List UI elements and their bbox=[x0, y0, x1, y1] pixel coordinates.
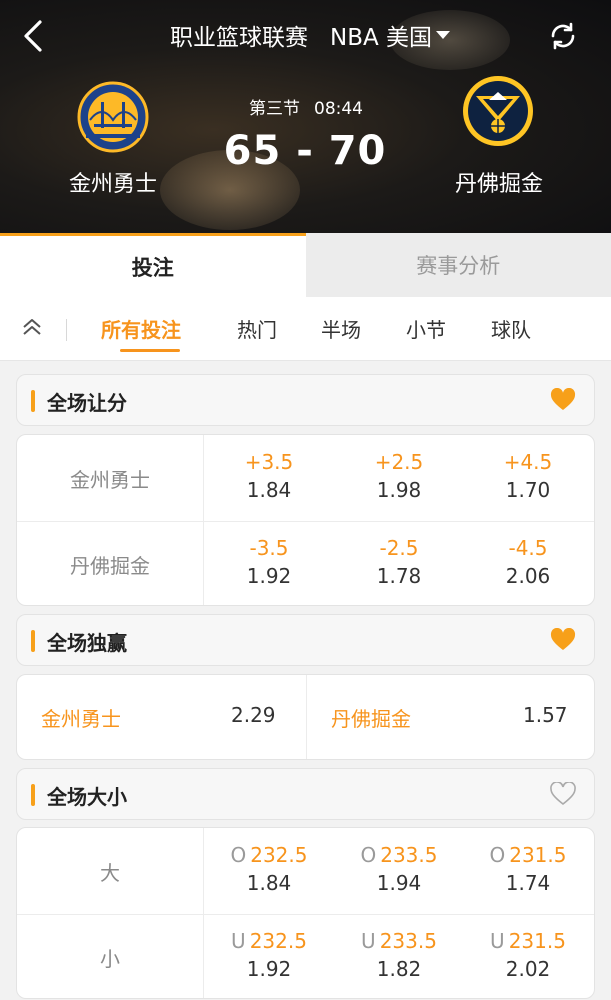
under-prefix: U bbox=[231, 929, 246, 953]
odds-value: 1.94 bbox=[376, 871, 422, 895]
section-marker bbox=[31, 390, 35, 412]
odds-button[interactable]: +4.5 1.70 bbox=[463, 448, 593, 504]
odds-button[interactable]: O 233.5 1.94 bbox=[334, 841, 464, 897]
odds-button[interactable]: U 231.5 2.02 bbox=[463, 927, 593, 983]
tab-quarter[interactable]: 小节 bbox=[406, 314, 446, 343]
team-label: 丹佛掘金 bbox=[70, 554, 150, 578]
table-row: 丹佛掘金 -3.5 1.92 -2.5 1.78 -4.5 2.06 bbox=[17, 522, 594, 605]
odds-value: 2.06 bbox=[505, 564, 551, 588]
odds-button[interactable]: O 231.5 1.74 bbox=[463, 841, 593, 897]
odds-button[interactable]: -4.5 2.06 bbox=[463, 534, 593, 590]
total-line: 232.5 bbox=[249, 929, 307, 953]
odds-button[interactable]: +3.5 1.84 bbox=[204, 448, 334, 504]
scoreboard: 65 - 70 bbox=[223, 128, 387, 174]
moneyline-card: 金州勇士 2.29 丹佛掘金 1.57 bbox=[16, 674, 595, 760]
odds-value: 1.84 bbox=[246, 871, 292, 895]
table-row: 金州勇士 +3.5 1.84 +2.5 1.98 +4.5 1.70 bbox=[17, 435, 594, 521]
region-title: NBA 美国 bbox=[329, 25, 433, 51]
away-team-name: 丹佛掘金 bbox=[454, 172, 543, 197]
refresh-icon[interactable] bbox=[547, 20, 579, 52]
odds-value: 1.84 bbox=[246, 478, 292, 502]
handicap-line: +4.5 bbox=[503, 450, 553, 474]
league-title: 职业篮球联赛 bbox=[169, 25, 308, 51]
over-prefix: O bbox=[230, 843, 247, 867]
divider bbox=[66, 319, 67, 341]
main-tabs: 投注 赛事分析 bbox=[0, 233, 611, 297]
handicap-line: +3.5 bbox=[244, 450, 294, 474]
over-prefix: O bbox=[360, 843, 377, 867]
odds-button[interactable]: U 232.5 1.92 bbox=[204, 927, 334, 983]
section-handicap-header[interactable]: 全场让分 bbox=[16, 374, 595, 426]
tab-bet[interactable]: 投注 bbox=[0, 233, 306, 297]
odds-value: 1.98 bbox=[376, 478, 422, 502]
team-label: 丹佛掘金 bbox=[331, 707, 411, 731]
over-prefix: O bbox=[489, 843, 506, 867]
team-label: 金州勇士 bbox=[70, 468, 150, 492]
odds-button[interactable]: -3.5 1.92 bbox=[204, 534, 334, 590]
total-line: 233.5 bbox=[380, 843, 438, 867]
section-marker bbox=[31, 784, 35, 806]
section-marker bbox=[31, 630, 35, 652]
warriors-logo-icon bbox=[76, 80, 150, 154]
back-arrow-icon[interactable] bbox=[18, 18, 52, 54]
odds-button[interactable]: 丹佛掘金 1.57 bbox=[307, 675, 594, 759]
handicap-line: -4.5 bbox=[508, 536, 548, 560]
handicap-line: +2.5 bbox=[374, 450, 424, 474]
tab-popular[interactable]: 热门 bbox=[237, 314, 277, 343]
handicap-card: 金州勇士 +3.5 1.84 +2.5 1.98 +4.5 1.70 丹佛掘金 … bbox=[16, 434, 595, 606]
total-line: 231.5 bbox=[508, 929, 566, 953]
section-title: 全场让分 bbox=[47, 391, 127, 415]
under-prefix: U bbox=[361, 929, 376, 953]
odds-button[interactable]: U 233.5 1.82 bbox=[334, 927, 464, 983]
heart-icon[interactable] bbox=[550, 627, 576, 652]
nuggets-logo-icon bbox=[461, 74, 535, 148]
odds-value: 1.82 bbox=[376, 957, 422, 981]
section-moneyline-header[interactable]: 全场独赢 bbox=[16, 614, 595, 666]
odds-button[interactable]: O 232.5 1.84 bbox=[204, 841, 334, 897]
double-chevron-up-icon[interactable] bbox=[20, 315, 44, 339]
game-clock: 08:44 bbox=[314, 99, 363, 119]
home-team-name: 金州勇士 bbox=[68, 172, 157, 197]
odds-value: 1.92 bbox=[246, 957, 292, 981]
period-label: 第三节 bbox=[249, 99, 300, 119]
tab-analysis[interactable]: 赛事分析 bbox=[305, 233, 611, 297]
match-header: 职业篮球联赛 NBA 美国 金州勇士 第三节 08:44 65 - 70 丹佛掘… bbox=[0, 0, 611, 236]
section-title: 全场大小 bbox=[47, 785, 127, 809]
section-totals-header[interactable]: 全场大小 bbox=[16, 768, 595, 820]
odds-value: 1.92 bbox=[246, 564, 292, 588]
odds-value: 2.29 bbox=[231, 703, 276, 727]
market-filter-tabs: 所有投注 热门 半场 小节 球队 bbox=[0, 297, 611, 361]
handicap-line: -3.5 bbox=[249, 536, 289, 560]
match-betting-page: 职业篮球联赛 NBA 美国 金州勇士 第三节 08:44 65 - 70 丹佛掘… bbox=[0, 0, 611, 1000]
odds-value: 1.70 bbox=[505, 478, 551, 502]
heart-outline-icon[interactable] bbox=[550, 781, 576, 806]
odds-value: 1.78 bbox=[376, 564, 422, 588]
tab-half[interactable]: 半场 bbox=[321, 314, 361, 343]
total-line: 232.5 bbox=[250, 843, 308, 867]
table-row: 小 U 232.5 1.92 U 233.5 1.82 U 231.5 2.02 bbox=[17, 915, 594, 998]
odds-value: 1.74 bbox=[505, 871, 551, 895]
odds-value: 2.02 bbox=[505, 957, 551, 981]
table-row: 大 O 232.5 1.84 O 233.5 1.94 O 231.5 1.74 bbox=[17, 828, 594, 914]
handicap-line: -2.5 bbox=[379, 536, 419, 560]
tab-all-bets[interactable]: 所有投注 bbox=[101, 314, 181, 343]
active-tab-indicator bbox=[120, 349, 180, 352]
odds-button[interactable]: +2.5 1.98 bbox=[334, 448, 464, 504]
under-label: 小 bbox=[100, 947, 120, 971]
odds-button[interactable]: -2.5 1.78 bbox=[334, 534, 464, 590]
odds-button[interactable]: 金州勇士 2.29 bbox=[17, 675, 306, 759]
league-selector[interactable]: 职业篮球联赛 NBA 美国 bbox=[150, 18, 470, 52]
caret-down-icon bbox=[436, 31, 451, 39]
team-label: 金州勇士 bbox=[41, 707, 121, 731]
section-title: 全场独赢 bbox=[47, 631, 127, 655]
heart-icon[interactable] bbox=[550, 387, 576, 412]
over-label: 大 bbox=[100, 861, 120, 885]
game-period: 第三节 08:44 bbox=[236, 94, 376, 119]
total-line: 231.5 bbox=[509, 843, 567, 867]
tab-team[interactable]: 球队 bbox=[491, 314, 531, 343]
total-line: 233.5 bbox=[379, 929, 437, 953]
odds-value: 1.57 bbox=[523, 703, 568, 727]
under-prefix: U bbox=[490, 929, 505, 953]
totals-card: 大 O 232.5 1.84 O 233.5 1.94 O 231.5 1.74 小 … bbox=[16, 827, 595, 999]
